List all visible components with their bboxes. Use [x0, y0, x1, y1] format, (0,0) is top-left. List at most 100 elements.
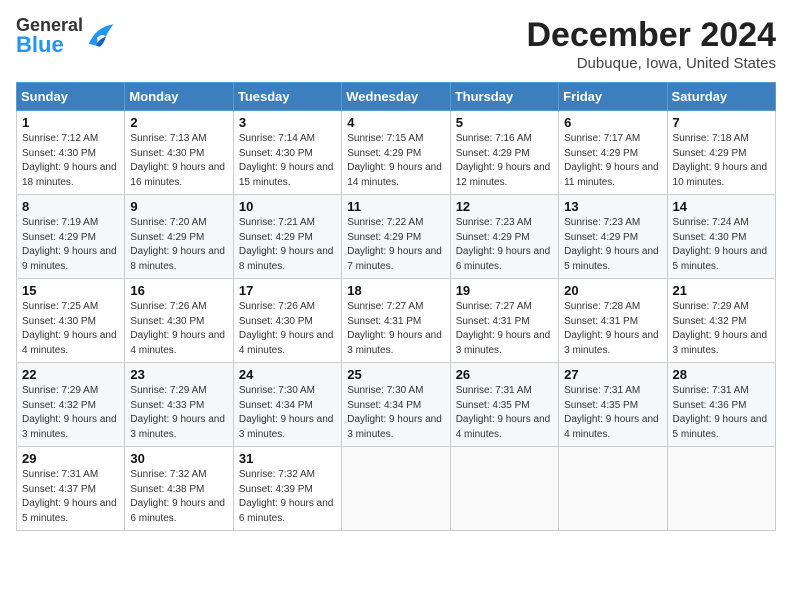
- day-number: 13: [564, 199, 661, 214]
- header: General Blue December 2024 Dubuque, Iowa…: [16, 16, 776, 72]
- day-number: 29: [22, 451, 119, 466]
- day-number: 31: [239, 451, 336, 466]
- day-number: 23: [130, 367, 227, 382]
- calendar-week-4: 22 Sunrise: 7:29 AMSunset: 4:32 PMDayligh…: [17, 363, 776, 447]
- calendar-header-row: SundayMondayTuesdayWednesdayThursdayFrid…: [17, 83, 776, 111]
- calendar-cell: 24 Sunrise: 7:30 AMSunset: 4:34 PMDayligh…: [233, 363, 341, 447]
- day-number: 14: [673, 199, 770, 214]
- calendar-cell: 2 Sunrise: 7:13 AMSunset: 4:30 PMDaylight…: [125, 111, 233, 195]
- day-info: Sunrise: 7:13 AMSunset: 4:30 PMDaylight:…: [130, 132, 227, 190]
- calendar-cell: 4 Sunrise: 7:15 AMSunset: 4:29 PMDaylight…: [342, 111, 450, 195]
- day-number: 10: [239, 199, 336, 214]
- day-number: 25: [347, 367, 444, 382]
- calendar-cell: 12Sunrise: 7:23 AMSunset: 4:29 PMDayligh…: [450, 195, 558, 279]
- day-number: 22: [22, 367, 119, 382]
- day-number: 21: [673, 283, 770, 298]
- calendar-cell: [559, 447, 667, 531]
- calendar-cell: 14 Sunrise: 7:24 AMSunset: 4:30 PMDayligh…: [667, 195, 775, 279]
- day-info: Sunrise: 7:27 AMSunset: 4:31 PMDaylight:…: [347, 300, 444, 358]
- calendar-cell: 30 Sunrise: 7:32 AMSunset: 4:38 PMDayligh…: [125, 447, 233, 531]
- logo: General Blue: [16, 16, 115, 56]
- day-info: Sunrise: 7:18 AMSunset: 4:29 PMDaylight:…: [673, 132, 770, 190]
- header-day-monday: Monday: [125, 83, 233, 111]
- calendar-cell: 8 Sunrise: 7:19 AMSunset: 4:29 PMDaylight…: [17, 195, 125, 279]
- calendar-cell: 5 Sunrise: 7:16 AMSunset: 4:29 PMDaylight…: [450, 111, 558, 195]
- day-info: Sunrise: 7:12 AMSunset: 4:30 PMDaylight:…: [22, 132, 119, 190]
- day-info: Sunrise: 7:25 AMSunset: 4:30 PMDaylight:…: [22, 300, 119, 358]
- day-info: Sunrise: 7:15 AMSunset: 4:29 PMDaylight:…: [347, 132, 444, 190]
- calendar-cell: [667, 447, 775, 531]
- calendar-cell: 27Sunrise: 7:31 AMSunset: 4:35 PMDayligh…: [559, 363, 667, 447]
- calendar-cell: 16 Sunrise: 7:26 AMSunset: 4:30 PMDayligh…: [125, 279, 233, 363]
- header-day-wednesday: Wednesday: [342, 83, 450, 111]
- day-info: Sunrise: 7:31 AMSunset: 4:35 PMDaylight:…: [456, 384, 553, 442]
- day-info: Sunrise: 7:29 AMSunset: 4:33 PMDaylight:…: [130, 384, 227, 442]
- calendar-cell: [342, 447, 450, 531]
- calendar-cell: 6 Sunrise: 7:17 AMSunset: 4:29 PMDaylight…: [559, 111, 667, 195]
- logo-text: General Blue: [16, 16, 83, 56]
- day-info: Sunrise: 7:16 AMSunset: 4:29 PMDaylight:…: [456, 132, 553, 190]
- calendar-cell: 28Sunrise: 7:31 AMSunset: 4:36 PMDayligh…: [667, 363, 775, 447]
- calendar-week-3: 15 Sunrise: 7:25 AMSunset: 4:30 PMDayligh…: [17, 279, 776, 363]
- day-info: Sunrise: 7:20 AMSunset: 4:29 PMDaylight:…: [130, 216, 227, 274]
- calendar-cell: 10 Sunrise: 7:21 AMSunset: 4:29 PMDayligh…: [233, 195, 341, 279]
- calendar-cell: 29 Sunrise: 7:31 AMSunset: 4:37 PMDayligh…: [17, 447, 125, 531]
- calendar-cell: 7Sunrise: 7:18 AMSunset: 4:29 PMDaylight…: [667, 111, 775, 195]
- calendar-cell: 13 Sunrise: 7:23 AMSunset: 4:29 PMDayligh…: [559, 195, 667, 279]
- day-number: 1: [22, 115, 119, 130]
- day-info: Sunrise: 7:27 AMSunset: 4:31 PMDaylight:…: [456, 300, 553, 358]
- logo-bird-icon: [85, 22, 115, 50]
- calendar-cell: 9 Sunrise: 7:20 AMSunset: 4:29 PMDaylight…: [125, 195, 233, 279]
- day-number: 16: [130, 283, 227, 298]
- calendar-week-2: 8 Sunrise: 7:19 AMSunset: 4:29 PMDaylight…: [17, 195, 776, 279]
- day-number: 27: [564, 367, 661, 382]
- logo-blue: Blue: [16, 34, 83, 56]
- day-info: Sunrise: 7:29 AMSunset: 4:32 PMDaylight:…: [22, 384, 119, 442]
- day-info: Sunrise: 7:23 AMSunset: 4:29 PMDaylight:…: [564, 216, 661, 274]
- day-number: 20: [564, 283, 661, 298]
- calendar-cell: 25 Sunrise: 7:30 AMSunset: 4:34 PMDayligh…: [342, 363, 450, 447]
- day-info: Sunrise: 7:24 AMSunset: 4:30 PMDaylight:…: [673, 216, 770, 274]
- header-day-tuesday: Tuesday: [233, 83, 341, 111]
- day-number: 9: [130, 199, 227, 214]
- day-info: Sunrise: 7:17 AMSunset: 4:29 PMDaylight:…: [564, 132, 661, 190]
- day-number: 17: [239, 283, 336, 298]
- calendar-cell: 21 Sunrise: 7:29 AMSunset: 4:32 PMDayligh…: [667, 279, 775, 363]
- day-number: 3: [239, 115, 336, 130]
- calendar-cell: 11Sunrise: 7:22 AMSunset: 4:29 PMDayligh…: [342, 195, 450, 279]
- day-info: Sunrise: 7:30 AMSunset: 4:34 PMDaylight:…: [239, 384, 336, 442]
- calendar-cell: 18 Sunrise: 7:27 AMSunset: 4:31 PMDayligh…: [342, 279, 450, 363]
- calendar-cell: 19Sunrise: 7:27 AMSunset: 4:31 PMDayligh…: [450, 279, 558, 363]
- day-info: Sunrise: 7:26 AMSunset: 4:30 PMDaylight:…: [130, 300, 227, 358]
- day-number: 12: [456, 199, 553, 214]
- day-number: 24: [239, 367, 336, 382]
- calendar-cell: 15 Sunrise: 7:25 AMSunset: 4:30 PMDayligh…: [17, 279, 125, 363]
- calendar: SundayMondayTuesdayWednesdayThursdayFrid…: [16, 82, 776, 531]
- day-info: Sunrise: 7:32 AMSunset: 4:38 PMDaylight:…: [130, 468, 227, 526]
- day-number: 2: [130, 115, 227, 130]
- day-info: Sunrise: 7:30 AMSunset: 4:34 PMDaylight:…: [347, 384, 444, 442]
- day-info: Sunrise: 7:29 AMSunset: 4:32 PMDaylight:…: [673, 300, 770, 358]
- day-info: Sunrise: 7:19 AMSunset: 4:29 PMDaylight:…: [22, 216, 119, 274]
- day-number: 15: [22, 283, 119, 298]
- calendar-cell: 22 Sunrise: 7:29 AMSunset: 4:32 PMDayligh…: [17, 363, 125, 447]
- calendar-week-5: 29 Sunrise: 7:31 AMSunset: 4:37 PMDayligh…: [17, 447, 776, 531]
- day-number: 8: [22, 199, 119, 214]
- day-number: 5: [456, 115, 553, 130]
- day-number: 30: [130, 451, 227, 466]
- calendar-cell: 23 Sunrise: 7:29 AMSunset: 4:33 PMDayligh…: [125, 363, 233, 447]
- day-info: Sunrise: 7:21 AMSunset: 4:29 PMDaylight:…: [239, 216, 336, 274]
- header-day-thursday: Thursday: [450, 83, 558, 111]
- calendar-cell: 26 Sunrise: 7:31 AMSunset: 4:35 PMDayligh…: [450, 363, 558, 447]
- day-number: 18: [347, 283, 444, 298]
- day-info: Sunrise: 7:32 AMSunset: 4:39 PMDaylight:…: [239, 468, 336, 526]
- day-number: 4: [347, 115, 444, 130]
- day-number: 6: [564, 115, 661, 130]
- day-number: 26: [456, 367, 553, 382]
- day-info: Sunrise: 7:22 AMSunset: 4:29 PMDaylight:…: [347, 216, 444, 274]
- day-info: Sunrise: 7:31 AMSunset: 4:37 PMDaylight:…: [22, 468, 119, 526]
- header-day-friday: Friday: [559, 83, 667, 111]
- day-info: Sunrise: 7:31 AMSunset: 4:36 PMDaylight:…: [673, 384, 770, 442]
- calendar-cell: 31 Sunrise: 7:32 AMSunset: 4:39 PMDayligh…: [233, 447, 341, 531]
- day-info: Sunrise: 7:14 AMSunset: 4:30 PMDaylight:…: [239, 132, 336, 190]
